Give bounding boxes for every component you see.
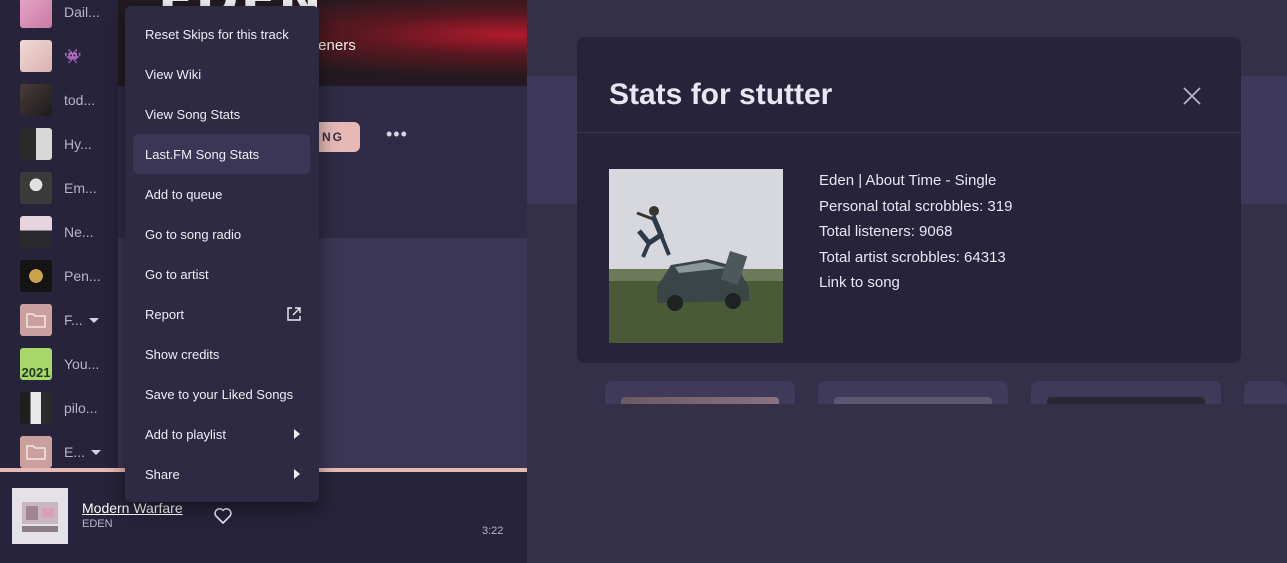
sidebar-item-label: Dail...: [64, 4, 100, 20]
menu-item-label: View Song Stats: [145, 106, 241, 122]
menu-item-go-to-artist[interactable]: Go to artist: [133, 254, 310, 294]
menu-item-label: Report: [145, 306, 185, 322]
menu-item-label: Reset Skips for this track: [145, 26, 289, 42]
menu-item-view-wiki[interactable]: View Wiki: [133, 54, 310, 94]
sidebar-folder[interactable]: F...: [20, 304, 99, 336]
menu-item-add-to-queue[interactable]: Add to queue: [133, 174, 310, 214]
menu-item-share[interactable]: Share: [133, 454, 310, 494]
sidebar-item-label: Em...: [64, 180, 97, 196]
chevron-down-icon[interactable]: [88, 317, 99, 323]
context-menu: Reset Skips for this track View Wiki Vie…: [125, 6, 319, 502]
sidebar-item-label: pilo...: [64, 400, 98, 416]
now-playing-cover[interactable]: [12, 488, 68, 544]
sidebar-item-label: 👾: [64, 47, 82, 64]
sidebar-item-label: Pen...: [64, 268, 101, 284]
chevron-down-icon[interactable]: [91, 449, 102, 455]
playlist-thumb: [20, 172, 52, 204]
menu-item-show-credits[interactable]: Show credits: [133, 334, 310, 374]
menu-item-lastfm-song-stats[interactable]: Last.FM Song Stats: [133, 134, 310, 174]
menu-item-view-song-stats[interactable]: View Song Stats: [133, 94, 310, 134]
menu-item-label: Go to song radio: [145, 226, 242, 242]
more-options-button[interactable]: •••: [386, 124, 408, 145]
stat-artist-scrobbles: Total artist scrobbles: 64313: [819, 249, 1006, 266]
menu-item-reset-skips[interactable]: Reset Skips for this track: [133, 14, 310, 54]
menu-item-save-liked[interactable]: Save to your Liked Songs: [133, 374, 310, 414]
album-art: [609, 169, 783, 343]
menu-item-label: Share: [145, 466, 180, 482]
menu-item-add-to-playlist[interactable]: Add to playlist: [133, 414, 310, 454]
sidebar-item[interactable]: tod...: [20, 84, 95, 116]
stat-album: Eden | About Time - Single: [819, 172, 997, 189]
menu-item-report[interactable]: Report: [133, 294, 310, 334]
heart-icon[interactable]: [213, 506, 233, 526]
sidebar-item[interactable]: Ne...: [20, 216, 94, 248]
sidebar-item-label: E...: [64, 444, 86, 460]
menu-item-label: Show credits: [145, 346, 220, 362]
sidebar: Dail... 👾 tod... Hy... Em... Ne... Pen..…: [0, 0, 118, 468]
close-icon[interactable]: [1181, 85, 1203, 107]
link-to-song[interactable]: Link to song: [819, 274, 900, 291]
sidebar-item-label: You...: [64, 356, 100, 372]
track-duration: 3:22: [482, 525, 504, 537]
folder-icon: [20, 436, 52, 468]
sidebar-item[interactable]: Dail...: [20, 0, 100, 28]
playlist-thumb: [20, 392, 52, 424]
menu-item-song-radio[interactable]: Go to song radio: [133, 214, 310, 254]
playlist-thumb: [20, 128, 52, 160]
menu-item-label: Add to playlist: [145, 426, 226, 442]
menu-item-label: Add to queue: [145, 186, 223, 202]
menu-item-label: Last.FM Song Stats: [145, 146, 260, 162]
playlist-thumb: [20, 0, 52, 28]
sidebar-item-label: tod...: [64, 92, 96, 108]
sidebar-item[interactable]: Pen...: [20, 260, 101, 292]
stat-personal-scrobbles: Personal total scrobbles: 319: [819, 198, 1013, 215]
now-playing-artist[interactable]: EDEN: [82, 518, 113, 530]
external-link-icon: [286, 306, 302, 322]
folder-icon: [20, 304, 52, 336]
playlist-thumb: [20, 260, 52, 292]
playlist-thumb: 2021: [20, 348, 52, 380]
sidebar-item[interactable]: 2021 You...: [20, 348, 99, 380]
playlist-thumb: [20, 216, 52, 248]
monthly-listeners: teners: [314, 37, 356, 54]
menu-item-label: Save to your Liked Songs: [145, 386, 294, 402]
chevron-right-icon: [294, 429, 300, 439]
sidebar-item-label: Hy...: [64, 136, 92, 152]
now-playing-title[interactable]: Modern Warfare: [82, 500, 183, 516]
sidebar-folder[interactable]: E...: [20, 436, 102, 468]
chevron-right-icon: [294, 469, 300, 479]
modal-title: Stats for stutter: [609, 78, 833, 111]
sidebar-item[interactable]: 👾: [20, 40, 81, 72]
sidebar-item-label: F...: [64, 312, 83, 328]
playlist-thumb: [20, 84, 52, 116]
divider: [577, 132, 1241, 133]
sidebar-item[interactable]: pilo...: [20, 392, 97, 424]
stat-total-listeners: Total listeners: 9068: [819, 223, 953, 240]
sidebar-item-label: Ne...: [64, 224, 94, 240]
menu-item-label: View Wiki: [145, 66, 202, 82]
sidebar-item[interactable]: Em...: [20, 172, 97, 204]
sidebar-item[interactable]: Hy...: [20, 128, 92, 160]
playlist-thumb: [20, 40, 52, 72]
main-content-lower: [527, 404, 1287, 563]
menu-item-label: Go to artist: [145, 266, 209, 282]
playlist-thumb-text: 2021: [21, 365, 51, 380]
stats-modal: Stats for stutter Eden | About Time - Si…: [577, 37, 1241, 363]
